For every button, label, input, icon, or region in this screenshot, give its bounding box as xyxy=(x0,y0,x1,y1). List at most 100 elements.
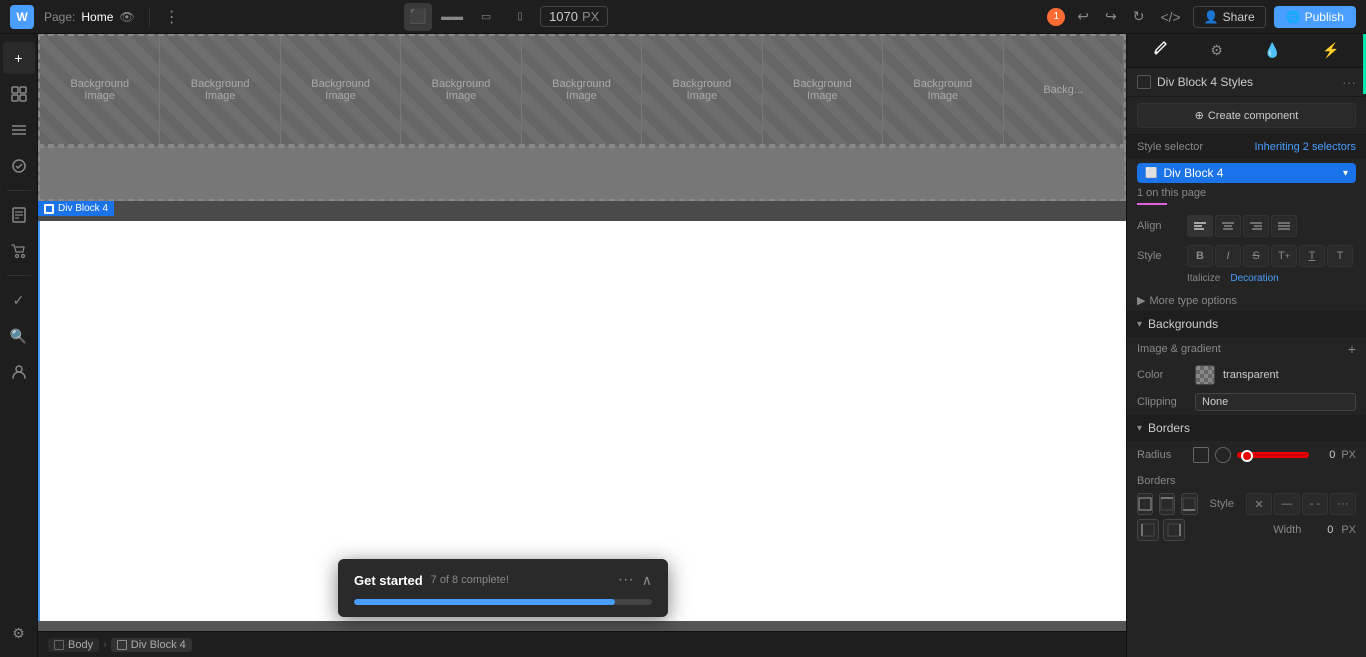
canvas-background-strip: BackgroundImage BackgroundImage Backgrou… xyxy=(38,34,1126,146)
tab-settings[interactable]: ⚙ xyxy=(1202,38,1231,63)
publish-icon: 🌐 xyxy=(1286,10,1301,24)
sidebar-ecommerce-icon[interactable] xyxy=(3,235,35,267)
breadcrumb-bar: Body › Div Block 4 xyxy=(38,631,1126,657)
div-block-styles-check[interactable] xyxy=(1137,75,1151,89)
sidebar-components-icon[interactable] xyxy=(3,78,35,110)
radius-row: Radius 0 PX xyxy=(1127,441,1366,469)
sidebar-users-icon[interactable] xyxy=(3,356,35,388)
app-logo[interactable]: W xyxy=(10,5,34,29)
border-bottom-icon[interactable] xyxy=(1181,493,1197,515)
sidebar-layers-icon[interactable] xyxy=(3,114,35,146)
radius-value: 0 xyxy=(1315,449,1335,461)
borders-arrow-icon: ▾ xyxy=(1137,423,1142,434)
clipping-select[interactable]: None Text Padding xyxy=(1195,393,1356,411)
align-justify-button[interactable] xyxy=(1271,215,1297,237)
radius-square-icon[interactable] xyxy=(1193,447,1209,463)
breadcrumb-div-block-icon xyxy=(117,640,127,650)
redo-button[interactable]: ↪ xyxy=(1101,4,1121,29)
breadcrumb-div-block[interactable]: Div Block 4 xyxy=(111,638,192,652)
code-button[interactable]: </> xyxy=(1156,5,1184,29)
style-selector-row: Style selector Inheriting 2 selectors xyxy=(1127,135,1366,159)
divider xyxy=(149,7,150,27)
device-desktop-button[interactable]: ▬▬ xyxy=(438,3,466,31)
radius-slider-container[interactable] xyxy=(1237,445,1309,465)
preview-icon[interactable]: 👁 xyxy=(119,10,134,24)
more-options-icon[interactable]: ⋮ xyxy=(164,7,180,27)
border-left-icon[interactable] xyxy=(1137,519,1159,541)
create-component-button[interactable]: ⊕ Create component xyxy=(1137,103,1356,128)
style-selector-value[interactable]: Inheriting 2 selectors xyxy=(1255,141,1357,153)
style-selector-label: Style selector xyxy=(1137,141,1203,153)
bg-tile-5: BackgroundImage xyxy=(522,36,642,144)
topbar-right-actions: 1 ↩ ↪ ↻ </> 👤 Share 🌐 Publish xyxy=(1047,4,1356,29)
publish-button[interactable]: 🌐 Publish xyxy=(1274,6,1356,28)
tab-animations[interactable]: ⚡ xyxy=(1314,38,1347,63)
image-gradient-add-icon[interactable]: + xyxy=(1348,341,1356,357)
canvas-area[interactable]: BackgroundImage BackgroundImage Backgrou… xyxy=(38,34,1126,657)
page-name[interactable]: Home xyxy=(81,10,113,24)
backgrounds-section-header[interactable]: ▾ Backgrounds xyxy=(1127,311,1366,337)
sidebar-cms-icon[interactable]: ✓ xyxy=(3,284,35,316)
style-bold-button[interactable]: B xyxy=(1187,245,1213,267)
refresh-button[interactable]: ↻ xyxy=(1129,4,1149,29)
radius-circle-icon[interactable] xyxy=(1215,447,1231,463)
more-type-row[interactable]: ▶ More type options xyxy=(1127,290,1366,311)
sidebar-settings-icon[interactable]: ⚙ xyxy=(3,617,35,649)
border-width-value: 0 xyxy=(1313,524,1333,536)
share-label: Share xyxy=(1223,10,1255,24)
image-gradient-label: Image & gradient xyxy=(1137,343,1221,355)
right-panel: ⚙ 💧 ⚡ Div Block 4 Styles ··· ⊕ Create co… xyxy=(1126,34,1366,657)
clipping-label: Clipping xyxy=(1137,396,1187,408)
borders-sublabel: Borders xyxy=(1137,475,1176,487)
topbar: W Page: Home 👁 ⋮ ⬛ ▬▬ ▭ ▯ 1070 PX 1 ↩ ↪ … xyxy=(0,0,1366,34)
notification-badge[interactable]: 1 xyxy=(1047,8,1065,26)
borders-label-row: Borders xyxy=(1127,469,1366,491)
align-center-button[interactable] xyxy=(1215,215,1241,237)
get-started-more-icon[interactable]: ··· xyxy=(618,571,634,589)
device-desktop-large-button[interactable]: ⬛ xyxy=(404,3,432,31)
align-right-button[interactable] xyxy=(1243,215,1269,237)
breadcrumb-body[interactable]: Body xyxy=(48,638,99,652)
left-sidebar: + xyxy=(0,34,38,657)
get-started-popup: Get started 7 of 8 complete! ··· ∧ xyxy=(338,559,668,617)
border-style-dotted-button[interactable]: ··· xyxy=(1330,493,1356,515)
device-tablet-landscape-button[interactable]: ▭ xyxy=(472,3,500,31)
sidebar-assets-icon[interactable] xyxy=(3,150,35,182)
border-top-icon[interactable] xyxy=(1159,493,1175,515)
sidebar-pages-icon[interactable] xyxy=(3,199,35,231)
align-left-button[interactable] xyxy=(1187,215,1213,237)
tab-interactions[interactable]: 💧 xyxy=(1256,38,1289,63)
share-button[interactable]: 👤 Share xyxy=(1193,6,1266,28)
style-underline-button[interactable]: T xyxy=(1299,245,1325,267)
undo-button[interactable]: ↩ xyxy=(1073,4,1093,29)
tab-style[interactable] xyxy=(1145,37,1177,64)
div-block-wrapper: Div Block 4 xyxy=(38,201,1126,621)
border-style-none-button[interactable]: ✕ xyxy=(1246,493,1272,515)
sidebar-search-icon[interactable]: 🔍 xyxy=(3,320,35,352)
canvas-width[interactable]: 1070 PX xyxy=(540,6,608,27)
div-block-styles-more-icon[interactable]: ··· xyxy=(1342,74,1356,90)
style-text-button[interactable]: T xyxy=(1327,245,1353,267)
get-started-collapse-icon[interactable]: ∧ xyxy=(642,572,652,589)
border-all-icon[interactable] xyxy=(1137,493,1153,515)
style-superscript-button[interactable]: T+ xyxy=(1271,245,1297,267)
style-strikethrough-button[interactable]: S xyxy=(1243,245,1269,267)
borders-section-header[interactable]: ▾ Borders xyxy=(1127,415,1366,441)
border-right-icon[interactable] xyxy=(1163,519,1185,541)
color-swatch[interactable] xyxy=(1195,365,1215,385)
style-label: Style xyxy=(1137,250,1187,262)
border-style-solid-button[interactable]: — xyxy=(1274,493,1300,515)
device-mobile-button[interactable]: ▯ xyxy=(506,3,534,31)
radius-slider-handle[interactable] xyxy=(1241,450,1253,462)
canvas-middle-strip xyxy=(38,146,1126,201)
style-row: Style B I S T+ T T xyxy=(1127,241,1366,271)
border-style-dashed-button[interactable]: - - xyxy=(1302,493,1328,515)
sidebar-add-icon[interactable]: + xyxy=(3,42,35,74)
more-type-arrow: ▶ xyxy=(1137,294,1145,307)
selector-box[interactable]: ⬜ Div Block 4 ▾ xyxy=(1137,163,1356,183)
create-component-label: Create component xyxy=(1208,110,1299,122)
panel-tabs: ⚙ 💧 ⚡ xyxy=(1127,34,1366,68)
style-italic-button[interactable]: I xyxy=(1215,245,1241,267)
sidebar-divider-1 xyxy=(7,190,31,191)
style-buttons: B I S T+ T T xyxy=(1187,245,1353,267)
